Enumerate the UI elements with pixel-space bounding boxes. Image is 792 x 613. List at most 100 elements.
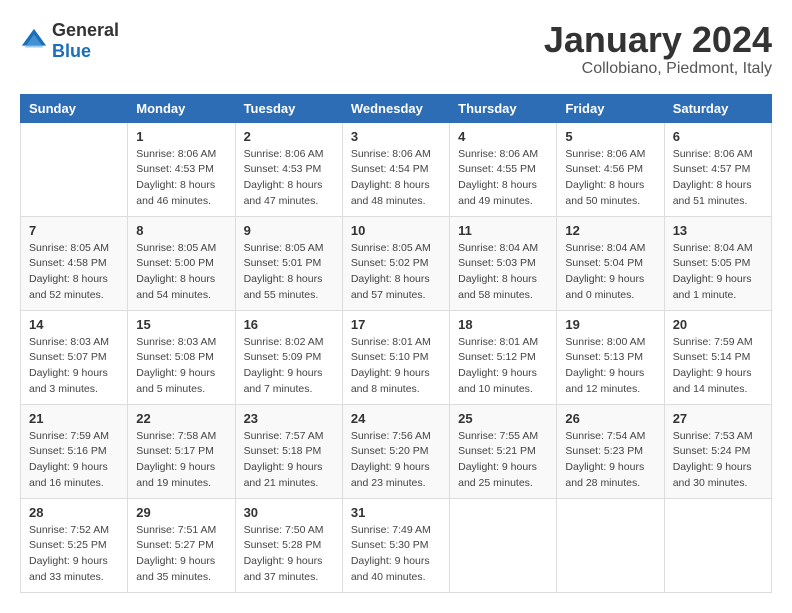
title-block: January 2024 Collobiano, Piedmont, Italy — [544, 20, 772, 78]
day-info: Sunrise: 7:59 AMSunset: 5:14 PMDaylight:… — [673, 335, 763, 398]
day-number: 9 — [244, 223, 334, 238]
day-number: 25 — [458, 411, 548, 426]
day-number: 29 — [136, 505, 226, 520]
day-info: Sunrise: 8:03 AMSunset: 5:07 PMDaylight:… — [29, 335, 119, 398]
day-number: 11 — [458, 223, 548, 238]
logo-blue: Blue — [52, 41, 91, 61]
day-number: 16 — [244, 317, 334, 332]
week-row-4: 21Sunrise: 7:59 AMSunset: 5:16 PMDayligh… — [21, 404, 772, 498]
day-cell: 25Sunrise: 7:55 AMSunset: 5:21 PMDayligh… — [450, 404, 557, 498]
day-info: Sunrise: 7:56 AMSunset: 5:20 PMDaylight:… — [351, 429, 441, 492]
logo: General Blue — [20, 20, 119, 62]
day-cell: 19 Sunrise: 8:00 AMSunset: 5:13 PMDayligh… — [557, 310, 664, 404]
day-cell — [664, 498, 771, 592]
day-number: 28 — [29, 505, 119, 520]
day-number: 1 — [136, 129, 226, 144]
day-cell: 3 Sunrise: 8:06 AMSunset: 4:54 PMDaylight… — [342, 122, 449, 216]
day-info: Sunrise: 8:05 AMSunset: 5:02 PMDaylight:… — [351, 241, 441, 304]
day-info: Sunrise: 8:06 AMSunset: 4:56 PMDaylight:… — [565, 147, 655, 210]
day-number: 3 — [351, 129, 441, 144]
logo-general: General — [52, 20, 119, 40]
day-info: Sunrise: 7:53 AMSunset: 5:24 PMDaylight:… — [673, 429, 763, 492]
day-info: Sunrise: 7:58 AMSunset: 5:17 PMDaylight:… — [136, 429, 226, 492]
day-cell: 17Sunrise: 8:01 AMSunset: 5:10 PMDayligh… — [342, 310, 449, 404]
day-cell: 18 Sunrise: 8:01 AMSunset: 5:12 PMDayligh… — [450, 310, 557, 404]
day-info: Sunrise: 8:06 AMSunset: 4:57 PMDaylight:… — [673, 147, 763, 210]
day-number: 8 — [136, 223, 226, 238]
day-info: Sunrise: 7:54 AMSunset: 5:23 PMDaylight:… — [565, 429, 655, 492]
day-cell: 15 Sunrise: 8:03 AMSunset: 5:08 PMDayligh… — [128, 310, 235, 404]
month-title: January 2024 — [544, 20, 772, 60]
day-cell: 10 Sunrise: 8:05 AMSunset: 5:02 PMDayligh… — [342, 216, 449, 310]
day-number: 31 — [351, 505, 441, 520]
day-info: Sunrise: 8:06 AMSunset: 4:55 PMDaylight:… — [458, 147, 548, 210]
day-info: Sunrise: 7:52 AMSunset: 5:25 PMDaylight:… — [29, 523, 119, 586]
day-cell: 6Sunrise: 8:06 AMSunset: 4:57 PMDaylight… — [664, 122, 771, 216]
day-cell: 5Sunrise: 8:06 AMSunset: 4:56 PMDaylight… — [557, 122, 664, 216]
weekday-header-sunday: Sunday — [21, 94, 128, 122]
weekday-header-saturday: Saturday — [664, 94, 771, 122]
day-info: Sunrise: 8:06 AMSunset: 4:53 PMDaylight:… — [136, 147, 226, 210]
day-number: 14 — [29, 317, 119, 332]
day-cell: 23 Sunrise: 7:57 AMSunset: 5:18 PMDayligh… — [235, 404, 342, 498]
day-info: Sunrise: 8:05 AMSunset: 5:00 PMDaylight:… — [136, 241, 226, 304]
day-cell: 12 Sunrise: 8:04 AMSunset: 5:04 PMDayligh… — [557, 216, 664, 310]
day-info: Sunrise: 8:04 AMSunset: 5:03 PMDaylight:… — [458, 241, 548, 304]
day-cell: 26 Sunrise: 7:54 AMSunset: 5:23 PMDayligh… — [557, 404, 664, 498]
day-cell: 11 Sunrise: 8:04 AMSunset: 5:03 PMDayligh… — [450, 216, 557, 310]
day-cell: 28 Sunrise: 7:52 AMSunset: 5:25 PMDayligh… — [21, 498, 128, 592]
day-info: Sunrise: 8:03 AMSunset: 5:08 PMDaylight:… — [136, 335, 226, 398]
day-number: 7 — [29, 223, 119, 238]
weekday-header-tuesday: Tuesday — [235, 94, 342, 122]
day-number: 18 — [458, 317, 548, 332]
day-cell: 8 Sunrise: 8:05 AMSunset: 5:00 PMDaylight… — [128, 216, 235, 310]
day-info: Sunrise: 8:04 AMSunset: 5:04 PMDaylight:… — [565, 241, 655, 304]
day-cell: 24Sunrise: 7:56 AMSunset: 5:20 PMDayligh… — [342, 404, 449, 498]
day-info: Sunrise: 8:06 AMSunset: 4:54 PMDaylight:… — [351, 147, 441, 210]
day-cell: 13Sunrise: 8:04 AMSunset: 5:05 PMDayligh… — [664, 216, 771, 310]
calendar-table: SundayMondayTuesdayWednesdayThursdayFrid… — [20, 94, 772, 593]
weekday-header-monday: Monday — [128, 94, 235, 122]
day-info: Sunrise: 8:01 AMSunset: 5:10 PMDaylight:… — [351, 335, 441, 398]
day-cell: 31 Sunrise: 7:49 AMSunset: 5:30 PMDayligh… — [342, 498, 449, 592]
day-info: Sunrise: 8:05 AMSunset: 5:01 PMDaylight:… — [244, 241, 334, 304]
day-number: 19 — [565, 317, 655, 332]
day-info: Sunrise: 7:59 AMSunset: 5:16 PMDaylight:… — [29, 429, 119, 492]
day-number: 23 — [244, 411, 334, 426]
day-info: Sunrise: 7:51 AMSunset: 5:27 PMDaylight:… — [136, 523, 226, 586]
day-info: Sunrise: 8:06 AMSunset: 4:53 PMDaylight:… — [244, 147, 334, 210]
day-info: Sunrise: 7:49 AMSunset: 5:30 PMDaylight:… — [351, 523, 441, 586]
page-header: General Blue January 2024 Collobiano, Pi… — [20, 20, 772, 78]
week-row-2: 7 Sunrise: 8:05 AMSunset: 4:58 PMDaylight… — [21, 216, 772, 310]
day-cell: 22Sunrise: 7:58 AMSunset: 5:17 PMDayligh… — [128, 404, 235, 498]
day-number: 20 — [673, 317, 763, 332]
day-number: 15 — [136, 317, 226, 332]
day-info: Sunrise: 7:57 AMSunset: 5:18 PMDaylight:… — [244, 429, 334, 492]
day-cell: 29 Sunrise: 7:51 AMSunset: 5:27 PMDayligh… — [128, 498, 235, 592]
day-info: Sunrise: 8:02 AMSunset: 5:09 PMDaylight:… — [244, 335, 334, 398]
day-number: 26 — [565, 411, 655, 426]
day-number: 12 — [565, 223, 655, 238]
day-info: Sunrise: 8:00 AMSunset: 5:13 PMDaylight:… — [565, 335, 655, 398]
logo-icon — [20, 27, 48, 55]
week-row-5: 28 Sunrise: 7:52 AMSunset: 5:25 PMDayligh… — [21, 498, 772, 592]
day-cell: 30Sunrise: 7:50 AMSunset: 5:28 PMDayligh… — [235, 498, 342, 592]
day-cell: 21Sunrise: 7:59 AMSunset: 5:16 PMDayligh… — [21, 404, 128, 498]
location-title: Collobiano, Piedmont, Italy — [544, 60, 772, 78]
weekday-header-row: SundayMondayTuesdayWednesdayThursdayFrid… — [21, 94, 772, 122]
day-cell — [450, 498, 557, 592]
day-info: Sunrise: 8:01 AMSunset: 5:12 PMDaylight:… — [458, 335, 548, 398]
day-cell: 4Sunrise: 8:06 AMSunset: 4:55 PMDaylight… — [450, 122, 557, 216]
day-info: Sunrise: 8:05 AMSunset: 4:58 PMDaylight:… — [29, 241, 119, 304]
day-cell — [21, 122, 128, 216]
day-number: 10 — [351, 223, 441, 238]
week-row-3: 14 Sunrise: 8:03 AMSunset: 5:07 PMDayligh… — [21, 310, 772, 404]
day-number: 2 — [244, 129, 334, 144]
day-cell: 20 Sunrise: 7:59 AMSunset: 5:14 PMDayligh… — [664, 310, 771, 404]
day-number: 27 — [673, 411, 763, 426]
day-cell: 9 Sunrise: 8:05 AMSunset: 5:01 PMDaylight… — [235, 216, 342, 310]
weekday-header-thursday: Thursday — [450, 94, 557, 122]
day-cell: 27 Sunrise: 7:53 AMSunset: 5:24 PMDayligh… — [664, 404, 771, 498]
day-info: Sunrise: 7:50 AMSunset: 5:28 PMDaylight:… — [244, 523, 334, 586]
weekday-header-friday: Friday — [557, 94, 664, 122]
